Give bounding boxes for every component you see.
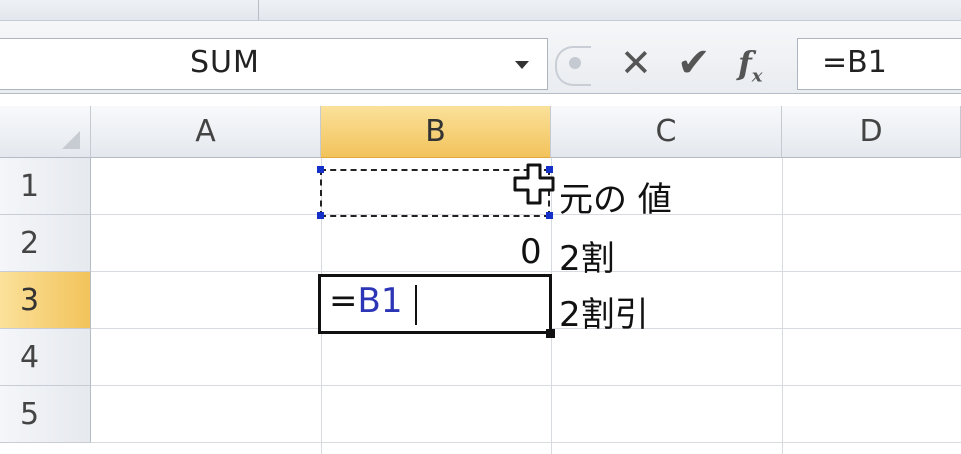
formula-prefix: = [329, 281, 358, 321]
formula-buttons: ✕ ✔ fx [555, 38, 790, 90]
row-header-2[interactable]: 2 [0, 215, 91, 272]
ribbon-strip [0, 0, 961, 21]
move-cursor-icon [513, 163, 555, 205]
row-header-3[interactable]: 3 [0, 272, 91, 329]
marquee-handle[interactable] [546, 212, 553, 219]
insert-function-icon[interactable]: fx [738, 40, 763, 99]
formula-input[interactable]: =B1 [797, 38, 961, 90]
ribbon-separator [258, 0, 259, 20]
column-header-c[interactable]: C [551, 106, 782, 158]
column-header-d[interactable]: D [782, 106, 961, 158]
row-header-4[interactable]: 4 [0, 329, 91, 386]
formula-bar: SUM ✕ ✔ fx =B1 [0, 21, 961, 94]
active-cell-editor[interactable]: =B1 [318, 274, 552, 334]
formula-reference: B1 [357, 281, 403, 321]
cell-b2[interactable]: 0 [520, 232, 542, 272]
cell-c3[interactable]: 2割引 [559, 287, 649, 336]
enter-icon[interactable]: ✔ [677, 40, 711, 86]
gridline [91, 442, 961, 443]
row-header-1[interactable]: 1 [0, 158, 91, 215]
grip-dot-icon [569, 57, 581, 69]
fx-sub: x [751, 65, 763, 87]
select-all-corner[interactable] [0, 106, 91, 158]
row-header-5[interactable]: 5 [0, 386, 91, 443]
corner-triangle-icon [62, 131, 80, 149]
gridline [91, 385, 961, 386]
name-box[interactable]: SUM [0, 38, 548, 90]
column-header-a[interactable]: A [91, 106, 321, 158]
cancel-icon[interactable]: ✕ [620, 40, 652, 86]
formula-value: =B1 [822, 45, 887, 80]
worksheet-grid: A B C D 1 2 3 4 5 0 元の 値 2割 2割引 =B1 [0, 94, 961, 454]
cell-c1[interactable]: 元の 値 [559, 172, 672, 221]
marquee-handle[interactable] [317, 166, 324, 173]
chevron-down-icon[interactable] [515, 61, 529, 69]
column-header-b[interactable]: B [321, 106, 551, 158]
fill-handle[interactable] [546, 329, 555, 338]
gridline [782, 158, 783, 454]
cell-c2[interactable]: 2割 [559, 231, 615, 280]
marquee-handle[interactable] [317, 212, 324, 219]
text-caret [415, 285, 417, 325]
fx-label: f [738, 44, 752, 82]
name-box-value: SUM [190, 45, 260, 80]
cell-b3-formula: =B1 [329, 281, 402, 321]
